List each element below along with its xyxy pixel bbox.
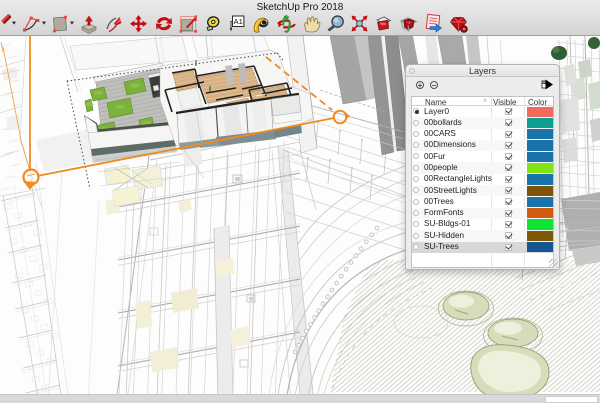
svg-text:A1: A1 xyxy=(234,17,243,26)
